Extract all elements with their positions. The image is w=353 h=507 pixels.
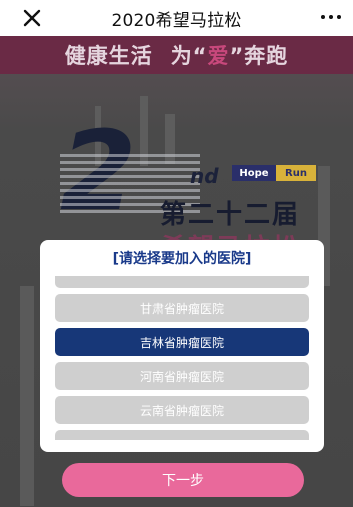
- hope-badge: Hope: [232, 165, 276, 181]
- hospital-option[interactable]: [55, 430, 309, 440]
- close-icon[interactable]: [20, 6, 44, 30]
- modal-title: [请选择要加入的医院]: [112, 251, 252, 267]
- hospital-option[interactable]: 甘肃省肿瘤医院: [55, 294, 309, 322]
- hospital-option[interactable]: 河南省肿瘤医院: [55, 362, 309, 390]
- hospital-list[interactable]: 甘肃省肿瘤医院 吉林省肿瘤医院 河南省肿瘤医院 云南省肿瘤医院: [55, 276, 309, 440]
- next-step-button[interactable]: 下一步: [62, 463, 304, 497]
- slogan-right: 为“爱”奔跑: [170, 44, 289, 68]
- hospital-picker-modal: [请选择要加入的医院] 甘肃省肿瘤医院 吉林省肿瘤医院 河南省肿瘤医院 云南省肿…: [40, 240, 324, 452]
- title-bar: 2020希望马拉松: [0, 0, 353, 36]
- more-dots-icon[interactable]: [321, 10, 341, 24]
- skyline-decoration: [20, 286, 34, 506]
- run-badge: Run: [276, 165, 316, 181]
- slogan-left: 健康生活: [64, 44, 153, 68]
- ordinal-suffix: nd: [190, 164, 219, 188]
- hospital-option[interactable]: 云南省肿瘤医院: [55, 396, 309, 424]
- slogan-banner: 健康生活 为“爱”奔跑: [0, 36, 353, 74]
- hospital-option[interactable]: [55, 276, 309, 288]
- page-title: 2020希望马拉松: [111, 10, 242, 31]
- edition-title: 第二十二届: [160, 200, 301, 230]
- hospital-option-selected[interactable]: 吉林省肿瘤医院: [55, 328, 309, 356]
